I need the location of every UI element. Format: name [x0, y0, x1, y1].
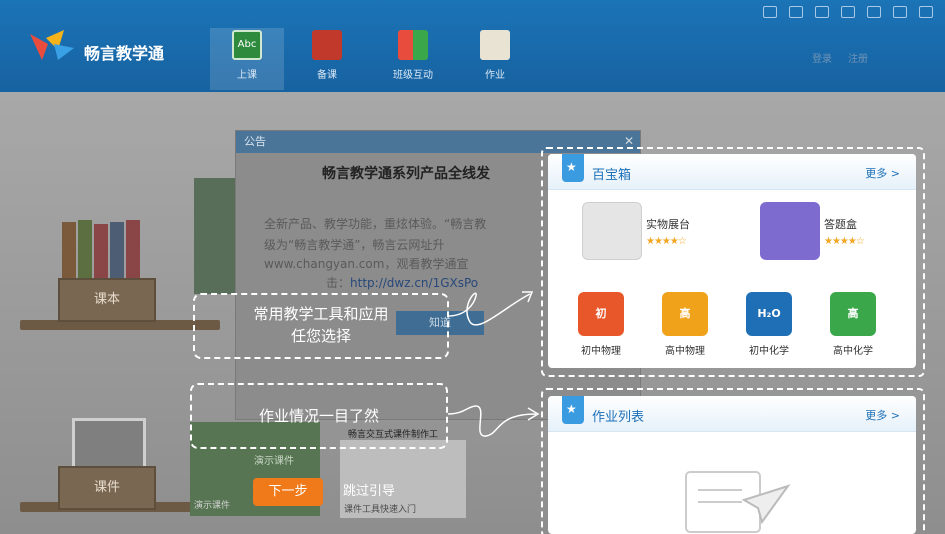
top-bar: 畅言教学通 Abc 上课 备课 班级互动 作业 登录 注册: [0, 0, 945, 92]
app-rating: ★★★★☆: [824, 236, 865, 247]
maximize-icon[interactable]: [893, 6, 907, 18]
notice-heading: 畅言教学通系列产品全线发: [322, 166, 490, 182]
toolbox-header: 百宝箱 更多 >: [548, 154, 916, 190]
close-icon[interactable]: [919, 6, 933, 18]
settings-icon[interactable]: [841, 6, 855, 18]
homework-title: 作业列表: [592, 410, 645, 425]
notebook-icon: [480, 30, 510, 60]
callout-homework: 作业情况一目了然: [190, 383, 448, 449]
toolbox-panel: 百宝箱 更多 > 实物展台 ★★★★☆ 答题盒 ★★★★☆ 初 初中物理 高 高…: [548, 154, 916, 368]
star-icon: [562, 154, 584, 182]
homework-panel: 作业列表 更多 >: [548, 396, 916, 534]
arrow-icon: [447, 291, 534, 326]
minimize-icon[interactable]: [867, 6, 881, 18]
app-name: 实物展台: [646, 218, 690, 231]
subject-label: 高中化学: [833, 346, 873, 357]
close-icon[interactable]: ✕: [624, 134, 634, 148]
notice-line: 全新产品、教学功能，重炫体验。“畅言教: [264, 217, 487, 231]
skip-button[interactable]: 跳过引导: [334, 478, 404, 506]
star-icon: [562, 396, 584, 424]
blocks-icon: [398, 30, 428, 60]
subject-label: 高中物理: [665, 346, 705, 357]
junior-chemistry-icon[interactable]: H₂O: [746, 292, 792, 336]
subject-label: 初中化学: [749, 346, 789, 357]
register-link[interactable]: 注册: [848, 50, 868, 65]
senior-chemistry-icon[interactable]: 高: [830, 292, 876, 336]
callout-line: 任您选择: [290, 327, 351, 345]
app-rating: ★★★★☆: [646, 236, 687, 247]
callout-tools: 常用教学工具和应用 任您选择: [193, 293, 449, 359]
junior-physics-icon[interactable]: 初: [578, 292, 624, 336]
nav-prepare[interactable]: 备课: [290, 28, 364, 90]
textbook-box[interactable]: 课本: [58, 278, 156, 322]
empty-list-icon: [685, 471, 791, 533]
senior-physics-icon[interactable]: 高: [662, 292, 708, 336]
nav-label: 班级互动: [393, 70, 433, 81]
document-camera-icon[interactable]: [582, 202, 642, 260]
arrow-icon: [447, 405, 540, 437]
nav-label: 作业: [485, 70, 505, 81]
subject-label: 初中物理: [581, 346, 621, 357]
books: [62, 220, 152, 280]
cloud-icon[interactable]: [763, 6, 777, 18]
callout-line: 常用教学工具和应用: [253, 305, 389, 323]
nav-label: 上课: [237, 70, 257, 81]
homework-header: 作业列表 更多 >: [548, 396, 916, 432]
notice-line: 级为“畅言教学通”，畅言云网址升: [264, 238, 445, 252]
abc-icon: Abc: [232, 30, 262, 60]
poster: [194, 178, 238, 294]
demo-label: 演示课件: [254, 456, 294, 467]
app-name: 答题盒: [824, 218, 857, 231]
mail-icon[interactable]: [789, 6, 803, 18]
homework-more-link[interactable]: 更多 >: [865, 407, 900, 423]
window-controls: [763, 6, 933, 18]
app-window: 畅言教学通 Abc 上课 备课 班级互动 作业 登录 注册 课本 课件 公告 ✕…: [0, 0, 945, 534]
nav-interact[interactable]: 班级互动: [376, 28, 450, 90]
toolbox-more-link[interactable]: 更多 >: [865, 165, 900, 181]
nav-label: 备课: [317, 70, 337, 81]
logo-icon: [30, 30, 74, 60]
chat-icon[interactable]: [815, 6, 829, 18]
login-link[interactable]: 登录: [812, 50, 832, 65]
notice-prefix: 击：: [326, 276, 351, 290]
demo-label-2: 演示课件: [194, 501, 231, 511]
notice-line: www.changyan.com，观看教学通宣: [264, 257, 469, 271]
nav-class[interactable]: Abc 上课: [210, 28, 284, 90]
toolbox-title: 百宝箱: [592, 168, 632, 183]
courseware-box[interactable]: 课件: [58, 466, 156, 510]
brand-name: 畅言教学通: [84, 44, 165, 63]
answer-box-icon[interactable]: [760, 202, 820, 260]
next-button[interactable]: 下一步: [253, 478, 323, 506]
book-icon: [312, 30, 342, 60]
nav-homework[interactable]: 作业: [458, 28, 532, 90]
